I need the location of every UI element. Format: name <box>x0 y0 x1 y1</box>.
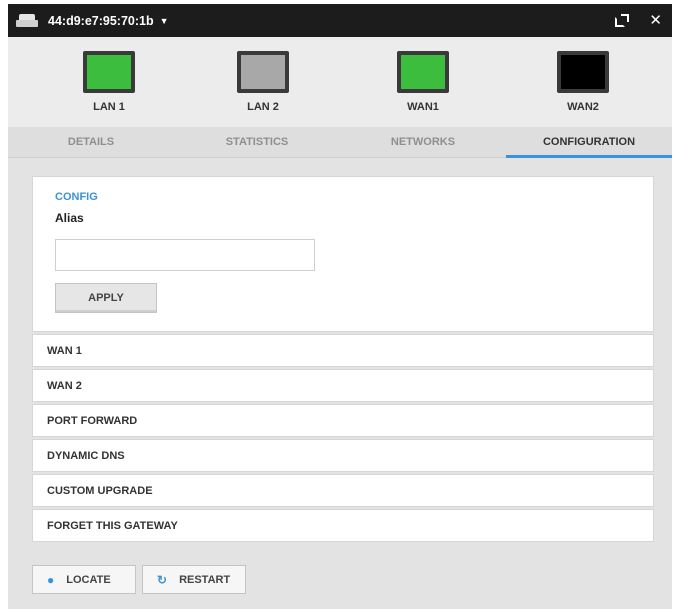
section-port-forward[interactable]: PORT FORWARD <box>32 404 654 437</box>
section-wan2[interactable]: WAN 2 <box>32 369 654 402</box>
tab-configuration[interactable]: CONFIGURATION <box>506 127 672 158</box>
section-custom-upgrade[interactable]: CUSTOM UPGRADE <box>32 474 654 507</box>
gateway-device-icon <box>16 13 38 28</box>
restart-icon: ↻ <box>157 572 168 587</box>
port-lan1-label: LAN 1 <box>93 101 125 113</box>
restart-button[interactable]: ↻ RESTART <box>142 565 246 594</box>
port-wan1-label: WAN1 <box>407 101 439 113</box>
locate-button-label: LOCATE <box>66 573 111 586</box>
device-dropdown-caret-icon[interactable]: ▼ <box>160 16 169 26</box>
tab-networks[interactable]: NETWORKS <box>340 127 506 157</box>
location-pin-icon: ● <box>47 572 55 587</box>
section-forget-gateway[interactable]: FORGET THIS GATEWAY <box>32 509 654 542</box>
alias-input[interactable] <box>55 239 315 271</box>
device-mac-address[interactable]: 44:d9:e7:95:70:1b <box>48 14 154 28</box>
port-lan1-indicator <box>83 51 135 93</box>
port-lan1: LAN 1 <box>54 51 164 113</box>
popout-icon[interactable] <box>615 13 630 28</box>
action-bar: ● LOCATE ↻ RESTART <box>32 565 252 594</box>
locate-button[interactable]: ● LOCATE <box>32 565 136 594</box>
port-lan2: LAN 2 <box>208 51 318 113</box>
window-titlebar: 44:d9:e7:95:70:1b ▼ ✕ <box>8 4 672 37</box>
tab-statistics[interactable]: STATISTICS <box>174 127 340 157</box>
section-dynamic-dns[interactable]: DYNAMIC DNS <box>32 439 654 472</box>
tab-bar: DETAILS STATISTICS NETWORKS CONFIGURATIO… <box>8 127 672 158</box>
section-wan1[interactable]: WAN 1 <box>32 334 654 367</box>
apply-button[interactable]: APPLY <box>55 283 157 313</box>
port-lan2-indicator <box>237 51 289 93</box>
port-lan2-label: LAN 2 <box>247 101 279 113</box>
config-sections-list: WAN 1 WAN 2 PORT FORWARD DYNAMIC DNS CUS… <box>32 334 654 544</box>
restart-button-label: RESTART <box>179 573 231 586</box>
config-section-title: CONFIG <box>55 191 98 203</box>
port-wan1-indicator <box>397 51 449 93</box>
port-wan2-indicator <box>557 51 609 93</box>
close-icon[interactable]: ✕ <box>649 13 662 28</box>
port-status-panel: LAN 1 LAN 2 WAN1 WAN2 <box>8 37 672 127</box>
port-wan2-label: WAN2 <box>567 101 599 113</box>
tab-details[interactable]: DETAILS <box>8 127 174 157</box>
configuration-panel: CONFIG Alias APPLY WAN 1 WAN 2 PORT FORW… <box>8 158 672 609</box>
port-wan1: WAN1 <box>368 51 478 113</box>
config-card: CONFIG Alias APPLY <box>32 176 654 332</box>
port-wan2: WAN2 <box>528 51 638 113</box>
alias-label: Alias <box>55 211 84 225</box>
